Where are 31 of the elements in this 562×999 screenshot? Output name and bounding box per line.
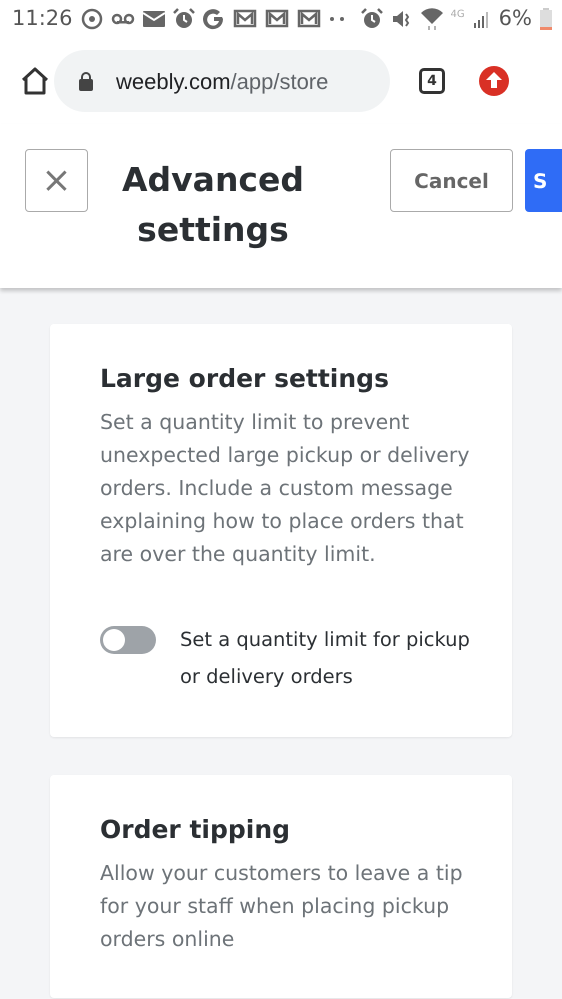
mail-stack-icon <box>296 9 321 29</box>
alarm-icon <box>172 8 195 30</box>
card-description: Set a quantity limit to prevent unexpected large pickup or delivery orders. Include a custom message explaining how to place orders that are over the quantity limit. <box>100 409 470 568</box>
mail-stack-icon <box>232 9 257 29</box>
page-title: Advanced settings <box>121 159 305 251</box>
home-icon[interactable] <box>20 67 50 95</box>
lock-icon <box>78 71 94 91</box>
mail-stack-icon <box>264 9 289 29</box>
update-icon[interactable] <box>479 66 509 96</box>
card-title: Order tipping <box>100 815 292 845</box>
address-bar[interactable]: weebly.com/app/store <box>54 50 390 112</box>
close-button[interactable]: × <box>25 149 88 212</box>
g-logo-icon <box>202 8 225 30</box>
toggle-switch[interactable] <box>100 626 156 654</box>
mail-icon <box>142 11 165 27</box>
clock-time: 11:26 <box>12 5 73 32</box>
card-description: Allow your customers to leave a tip for your staff when placing pickup orders online <box>100 860 464 953</box>
url-text: weebly.com/app/store <box>116 68 328 96</box>
alarm-icon <box>360 8 383 30</box>
tab-count[interactable]: 4 <box>419 68 445 94</box>
card-title: Large order settings <box>100 364 390 394</box>
signal-icon <box>472 10 491 28</box>
more-dots-icon <box>328 16 345 22</box>
wifi-icon <box>420 8 443 30</box>
battery-icon <box>540 8 552 30</box>
save-button[interactable]: S <box>525 149 562 212</box>
network-type: 4G <box>450 8 465 22</box>
battery-percent: 6% <box>498 5 532 32</box>
cancel-button[interactable]: Cancel <box>390 149 513 212</box>
voicemail-icon <box>110 12 135 26</box>
toggle-label: Set a quantity limit for pickup or delivery orders <box>180 627 471 690</box>
